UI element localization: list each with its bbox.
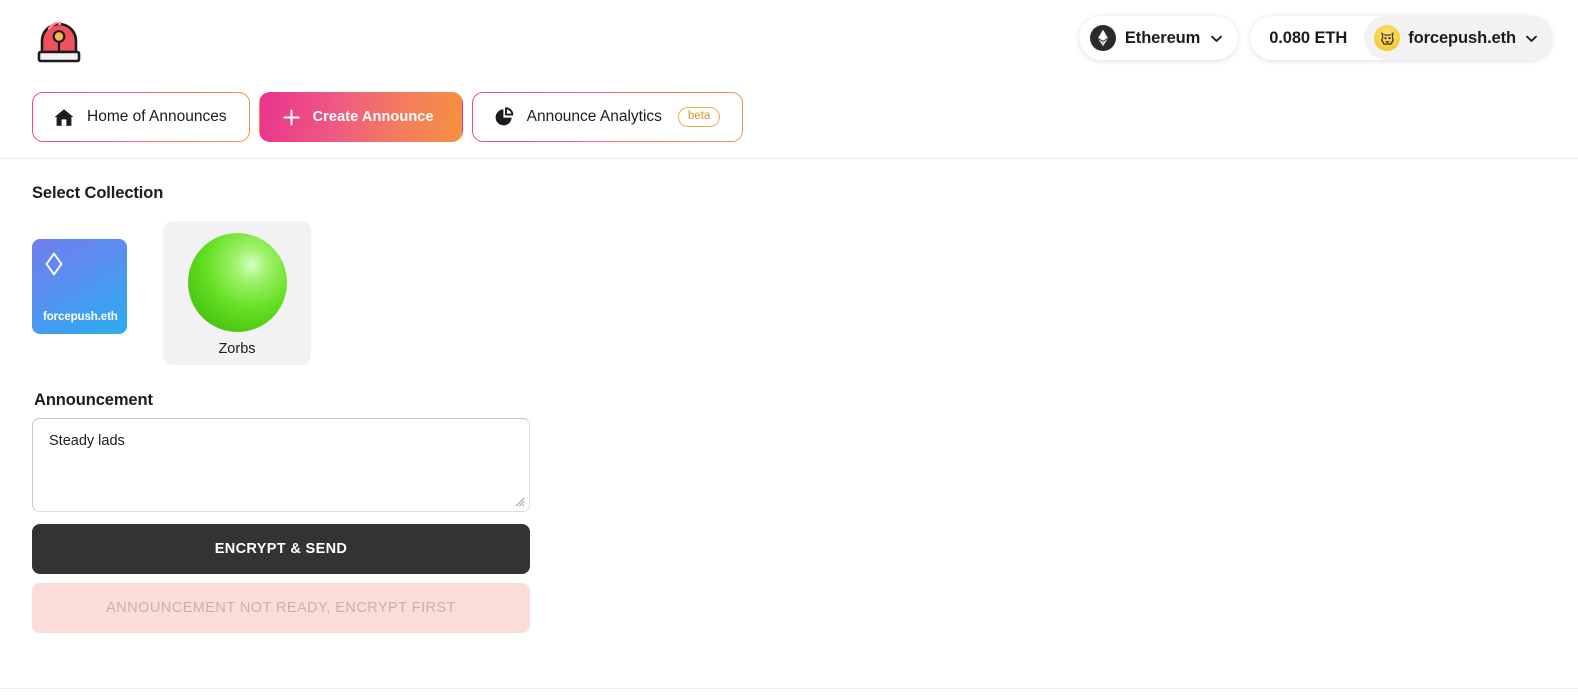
app-header: Ethereum 0.080 ETH forcepush.eth: [0, 0, 1578, 76]
announcement-input-wrap: [32, 418, 530, 512]
header-actions: Ethereum 0.080 ETH forcepush.eth: [1078, 16, 1552, 60]
ens-diamond-icon: [45, 252, 63, 276]
siren-icon: [37, 21, 81, 63]
collection-card-zorbs[interactable]: Zorbs: [163, 221, 311, 365]
app-logo[interactable]: [34, 10, 90, 66]
account-selector[interactable]: forcepush.eth: [1364, 16, 1552, 60]
tab-home-of-announces[interactable]: Home of Announces: [32, 92, 250, 142]
metamask-fox-icon: [1374, 25, 1401, 51]
account-pill[interactable]: 0.080 ETH forcepush.eth: [1250, 16, 1552, 60]
send-announcement-button: ANNOUNCEMENT NOT READY, ENCRYPT FIRST: [32, 583, 530, 633]
home-icon: [54, 108, 74, 126]
pie-chart-icon: [495, 107, 513, 126]
tab-announce-analytics[interactable]: Announce Analytics beta: [472, 92, 744, 142]
collection-name: Zorbs: [218, 341, 256, 357]
page-bottom-divider: [0, 688, 1578, 689]
primary-nav-tabs: Home of Announces Create Announce Announ…: [0, 76, 1578, 158]
eth-balance: 0.080 ETH: [1269, 28, 1348, 47]
collection-card-ens[interactable]: forcepush.eth: [32, 239, 127, 334]
green-sphere-icon: [187, 233, 287, 332]
account-name: forcepush.eth: [1408, 28, 1516, 47]
network-selector[interactable]: Ethereum: [1078, 16, 1239, 60]
chevron-down-icon[interactable]: [1524, 31, 1539, 46]
beta-badge: beta: [677, 107, 721, 127]
announcement-textarea[interactable]: [32, 418, 530, 512]
collection-list: forcepush.eth Zorbs: [32, 221, 1578, 365]
tab-label: Home of Announces: [87, 108, 227, 125]
chevron-down-icon[interactable]: [1209, 31, 1224, 46]
tab-create-announce[interactable]: Create Announce: [258, 92, 463, 142]
ethereum-icon: [1089, 25, 1116, 51]
collection-name: forcepush.eth: [43, 311, 118, 323]
network-name: Ethereum: [1124, 28, 1201, 47]
encrypt-and-send-button[interactable]: ENCRYPT & SEND: [32, 524, 530, 574]
tab-label: Create Announce: [312, 109, 434, 125]
nav-divider: [0, 158, 1578, 159]
announcement-title: Announcement: [34, 391, 153, 409]
select-collection-title: Select Collection: [32, 184, 164, 202]
tab-label: Announce Analytics: [526, 108, 662, 125]
main-content: Select Collection forcepush.eth Zorbs An…: [0, 158, 1578, 633]
plus-icon: [283, 108, 300, 126]
